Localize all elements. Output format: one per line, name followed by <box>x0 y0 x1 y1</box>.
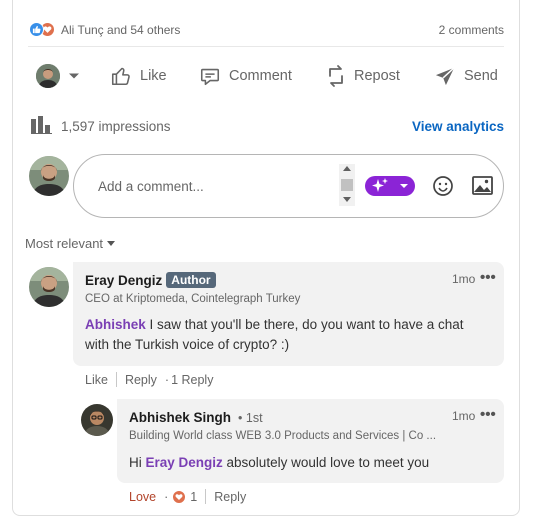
reply-author-headline: Building World class WEB 3.0 Products an… <box>129 430 437 442</box>
avatar <box>36 64 60 88</box>
comment-icon <box>200 68 220 86</box>
emoji-icon[interactable] <box>432 175 454 197</box>
reaction-count[interactable]: 1 <box>172 489 198 504</box>
comment-text-line2: with the Turkish voice of crypto? :) <box>85 337 290 352</box>
send-button[interactable]: Send <box>434 62 498 90</box>
send-label: Send <box>464 68 498 84</box>
chevron-down-icon <box>69 73 79 79</box>
reactions-summary[interactable]: Ali Tunç and 54 others <box>61 23 180 37</box>
reply-text-prefix: Hi <box>129 455 146 470</box>
reaction-identity-switcher[interactable] <box>36 62 80 90</box>
reply-text-suffix: absolutely would love to meet you <box>222 455 430 470</box>
impressions-count[interactable]: 1,597 impressions <box>61 119 171 134</box>
ai-assist-button[interactable] <box>365 176 415 196</box>
reaction-count-number: 1 <box>190 489 198 504</box>
sort-label: Most relevant <box>25 236 104 251</box>
image-icon[interactable] <box>472 176 493 195</box>
send-icon <box>435 67 455 86</box>
reply-text: Hi Eray Dengiz absolutely would love to … <box>129 453 429 473</box>
commenter-avatar[interactable] <box>81 404 113 436</box>
mention-link[interactable]: Eray Dengiz <box>146 455 223 470</box>
divider <box>28 46 504 47</box>
scroll-up-icon[interactable] <box>343 166 351 171</box>
scroll-down-icon[interactable] <box>343 197 351 202</box>
more-icon[interactable]: ••• <box>480 269 496 286</box>
comments-count[interactable]: 2 comments <box>439 23 504 37</box>
commenter-avatar[interactable] <box>29 267 69 307</box>
current-user-avatar <box>29 156 69 196</box>
reply-actions: Love · 1 Reply <box>129 489 246 504</box>
thumbs-up-icon <box>111 67 130 86</box>
comment-button[interactable]: Comment <box>199 62 292 90</box>
love-reaction-icon <box>172 489 187 504</box>
comment-input[interactable]: Add a comment... <box>98 179 204 194</box>
repost-button[interactable]: Repost <box>326 62 400 90</box>
mention-link[interactable]: Abhishek <box>85 317 146 332</box>
repost-label: Repost <box>354 68 400 84</box>
comment-actions: Like Reply · 1 Reply <box>85 372 213 387</box>
comment-label: Comment <box>229 68 292 84</box>
dot-separator: · <box>164 489 169 504</box>
reply-time: 1mo <box>452 409 476 423</box>
comment-text-line1: I saw that you'll be there, do you want … <box>145 317 464 332</box>
more-icon[interactable]: ••• <box>480 406 496 423</box>
author-badge: Author <box>166 272 216 288</box>
comment-like-button[interactable]: Like <box>85 373 108 387</box>
like-button[interactable]: Like <box>110 62 167 90</box>
view-analytics-link[interactable]: View analytics <box>412 119 504 134</box>
scroll-thumb[interactable] <box>341 179 353 191</box>
reply-author-row: Abhishek Singh • 1st <box>129 410 263 425</box>
divider <box>115 372 117 387</box>
divider <box>205 489 207 504</box>
bar-chart-icon <box>31 116 52 134</box>
like-label: Like <box>140 68 167 84</box>
caret-down-icon <box>107 241 116 246</box>
comment-text: Abhishek I saw that you'll be there, do … <box>85 315 495 355</box>
connection-degree: • 1st <box>238 410 263 425</box>
comment-time: 1mo <box>452 272 476 286</box>
reaction-icons[interactable] <box>29 22 59 38</box>
reply-reply-button[interactable]: Reply <box>214 490 246 504</box>
reply-count[interactable]: 1 Reply <box>171 373 213 387</box>
sparkle-icon <box>372 178 388 192</box>
comment-author-row: Eray Dengiz Author <box>85 272 216 288</box>
reply-love-button[interactable]: Love <box>129 490 156 504</box>
comment-author-headline: CEO at Kriptomeda, Cointelegraph Turkey <box>85 293 301 305</box>
sort-dropdown[interactable]: Most relevant <box>25 236 116 251</box>
comment-author-name[interactable]: Eray Dengiz <box>85 273 162 288</box>
like-reaction-icon <box>29 22 44 37</box>
chevron-down-icon <box>400 184 408 188</box>
comment-reply-button[interactable]: Reply <box>125 373 157 387</box>
reply-author-name[interactable]: Abhishek Singh <box>129 410 231 425</box>
dot-separator: · <box>164 372 170 387</box>
repost-icon <box>329 65 343 87</box>
